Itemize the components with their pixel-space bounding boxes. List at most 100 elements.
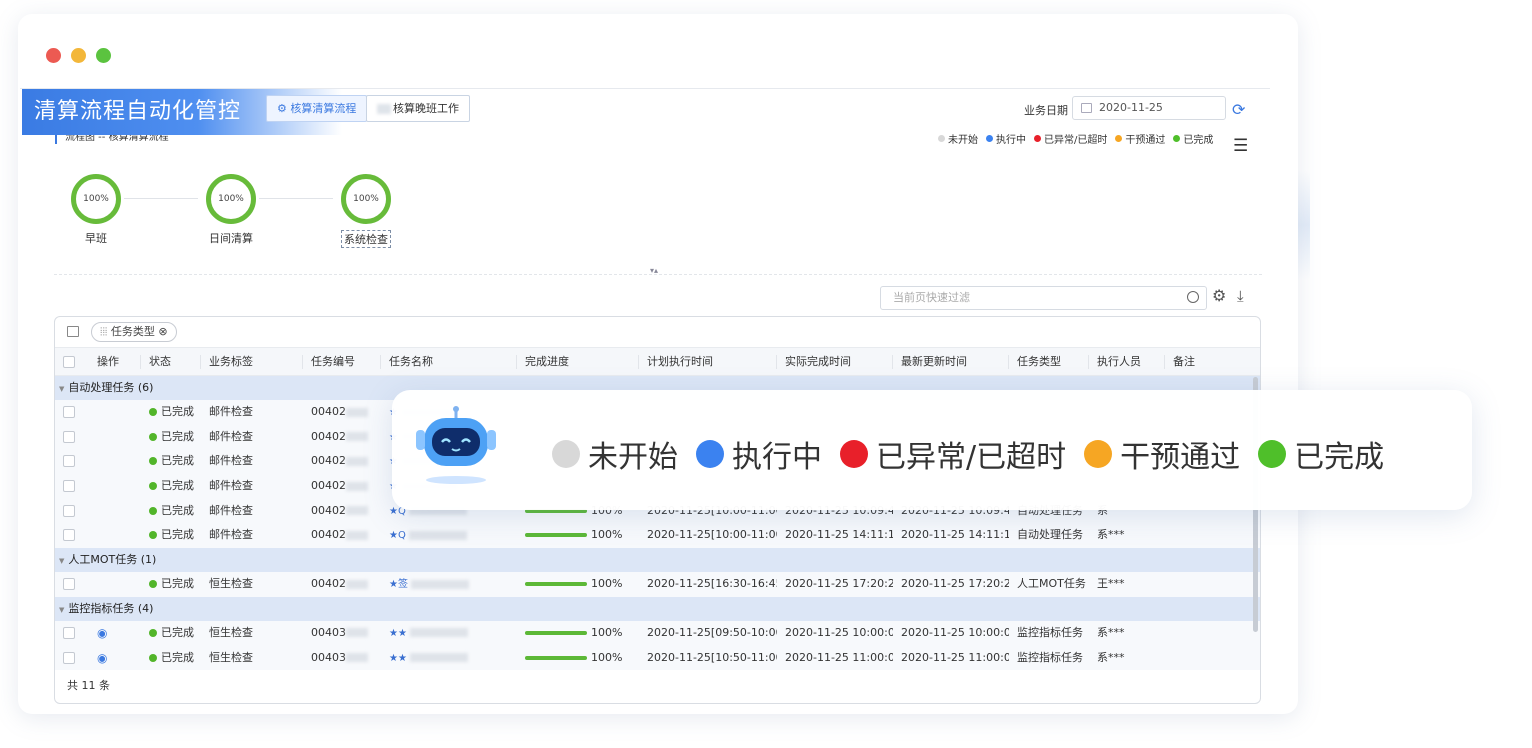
table-cell: 2020-11-25 17:20:22: [777, 572, 893, 597]
legend-item: 未开始: [938, 131, 978, 146]
flow-step[interactable]: 100% 早班: [71, 174, 121, 246]
column-header[interactable]: 操作: [89, 355, 141, 369]
row-checkbox[interactable]: [63, 406, 75, 418]
refresh-icon[interactable]: ⟳: [1232, 100, 1245, 119]
table-row[interactable]: 已完成 邮件检查 00402 ★Q 100% 2020-11-25[10:00-11:0…: [55, 523, 1260, 549]
table-row[interactable]: 已完成 恒生检查 00402 ★签 100% 2020-11-25[16:30-16:4…: [55, 572, 1260, 597]
table-cell: 00403: [303, 621, 381, 646]
tab-accounting-clearing[interactable]: ⚙ 核算清算流程: [266, 95, 368, 122]
column-header[interactable]: 计划执行时间: [639, 355, 777, 369]
flow-step[interactable]: 100% 系统检查: [341, 174, 391, 248]
table-cell: 邮件检查: [201, 474, 303, 499]
caret-down-icon[interactable]: ▼: [59, 606, 64, 614]
legend-label: 未开始: [588, 440, 678, 475]
row-checkbox[interactable]: [63, 529, 75, 542]
status-dot: [149, 653, 157, 662]
row-checkbox[interactable]: [63, 430, 75, 443]
close-window-button[interactable]: [46, 48, 61, 63]
menu-fold-icon[interactable]: ☰: [1233, 136, 1248, 156]
column-header[interactable]: 最新更新时间: [893, 355, 1009, 369]
table-cell: 已完成: [141, 449, 201, 474]
select-all-cell[interactable]: [55, 355, 89, 369]
column-header[interactable]: 完成进度: [517, 355, 639, 369]
caret-down-icon[interactable]: ▼: [59, 557, 64, 565]
group-header[interactable]: ▼ 人工MOT任务 (1): [55, 548, 1260, 573]
assignee: 王***: [1097, 577, 1125, 591]
tag-text: 邮件检查: [209, 405, 253, 418]
flow-step[interactable]: 100% 日间清算: [206, 174, 256, 246]
row-checkbox[interactable]: [63, 651, 75, 664]
calendar-icon: [1081, 103, 1092, 113]
column-header[interactable]: 任务类型: [1009, 355, 1089, 369]
column-header[interactable]: 状态: [141, 355, 201, 369]
table-cell: 2020-11-25 11:00:00: [893, 646, 1009, 671]
status-legend: 未开始 执行中 已异常/已超时 干预通过 已完成: [938, 131, 1213, 146]
column-header[interactable]: 执行人员: [1089, 355, 1165, 369]
row-checkbox[interactable]: [63, 504, 75, 517]
legend-label: 未开始: [948, 135, 978, 146]
group-title: 监控指标任务 (4): [68, 601, 154, 615]
quick-filter-input[interactable]: 当前页快速过滤: [880, 286, 1207, 310]
table-cell: 已完成: [141, 425, 201, 450]
table-cell: 2020-11-25[09:50-10:00]: [639, 621, 777, 646]
row-checkbox[interactable]: [63, 578, 75, 591]
task-id: 00402: [311, 454, 346, 468]
status-text: 已完成: [161, 577, 194, 591]
group-header[interactable]: ▼ 监控指标任务 (4): [55, 596, 1260, 621]
status-dot: [149, 580, 157, 589]
column-header[interactable]: 任务名称: [381, 355, 517, 369]
maximize-window-button[interactable]: [96, 48, 111, 63]
business-date-label: 业务日期: [1024, 104, 1068, 117]
row-checkbox[interactable]: [63, 455, 75, 468]
status-dot: [696, 440, 724, 468]
plan-time: 2020-11-25[16:30-16:45]: [647, 577, 777, 591]
task-table: ⦙⦙⦙ 任务类型 ⊗ 操作 状态 业务标签 任务编号 任务名称 完成进度 计划执…: [54, 316, 1261, 704]
table-row[interactable]: ◉ 已完成 恒生检查 00403 ★★ 100% 2020-11-25[10:50-11:…: [55, 645, 1260, 671]
search-icon[interactable]: [1187, 291, 1199, 303]
group-bar: ⦙⦙⦙ 任务类型 ⊗: [55, 317, 1260, 347]
progress-text: 100%: [591, 625, 623, 639]
row-checkbox[interactable]: [63, 480, 75, 493]
progress-bar: [525, 655, 587, 660]
legend-label: 执行中: [732, 440, 822, 475]
table-cell: [55, 499, 89, 524]
table-cell: 监控指标任务: [1009, 646, 1089, 671]
table-row[interactable]: ◉ 已完成 恒生检查 00403 ★★ 100% 2020-11-25[09:50-10:…: [55, 620, 1260, 646]
chip-label: 任务类型: [110, 325, 155, 338]
column-header[interactable]: 业务标签: [201, 355, 303, 369]
status-dot: [149, 408, 157, 416]
status-dot: [149, 531, 157, 540]
eye-icon[interactable]: ◉: [97, 651, 107, 665]
table-cell: 恒生检查: [201, 646, 303, 671]
eye-icon[interactable]: ◉: [97, 626, 107, 640]
table-cell: 系***: [1089, 523, 1165, 548]
status-dot: [1084, 440, 1113, 468]
close-circle-icon[interactable]: ⊗: [158, 325, 167, 338]
minimize-window-button[interactable]: [71, 48, 86, 63]
column-header[interactable]: 备注: [1165, 355, 1245, 369]
select-all-checkbox[interactable]: [63, 356, 75, 368]
gear-icon[interactable]: ⚙: [1212, 286, 1226, 305]
collapse-toggle-icon[interactable]: ▾▴: [650, 266, 658, 275]
status-dot: [1034, 135, 1041, 142]
caret-down-icon[interactable]: ▼: [59, 385, 64, 393]
status-dot: [1258, 440, 1287, 468]
updated-time: 2020-11-25 17:20:22: [901, 577, 1009, 591]
business-date-picker[interactable]: 2020-11-25: [1072, 96, 1226, 120]
plan-time: 2020-11-25[10:50-11:00]: [647, 650, 777, 664]
actual-time: 2020-11-25 14:11:11: [785, 528, 893, 542]
progress-bar: [525, 630, 587, 635]
tab-night-shift[interactable]: 核算晚班工作: [366, 95, 470, 122]
table-cell: 00402: [303, 523, 381, 548]
table-cell: [89, 425, 141, 450]
table-icon[interactable]: [67, 326, 79, 337]
blurred-text: [346, 653, 368, 662]
column-header[interactable]: 任务编号: [303, 355, 381, 369]
row-checkbox[interactable]: [63, 626, 75, 639]
table-cell: 邮件检查: [201, 523, 303, 548]
step-label: 早班: [85, 232, 107, 245]
download-icon[interactable]: ⤓: [1237, 287, 1244, 305]
column-header[interactable]: 实际完成时间: [777, 355, 893, 369]
table-cell: [89, 400, 141, 425]
group-chip[interactable]: ⦙⦙⦙ 任务类型 ⊗: [91, 322, 177, 342]
